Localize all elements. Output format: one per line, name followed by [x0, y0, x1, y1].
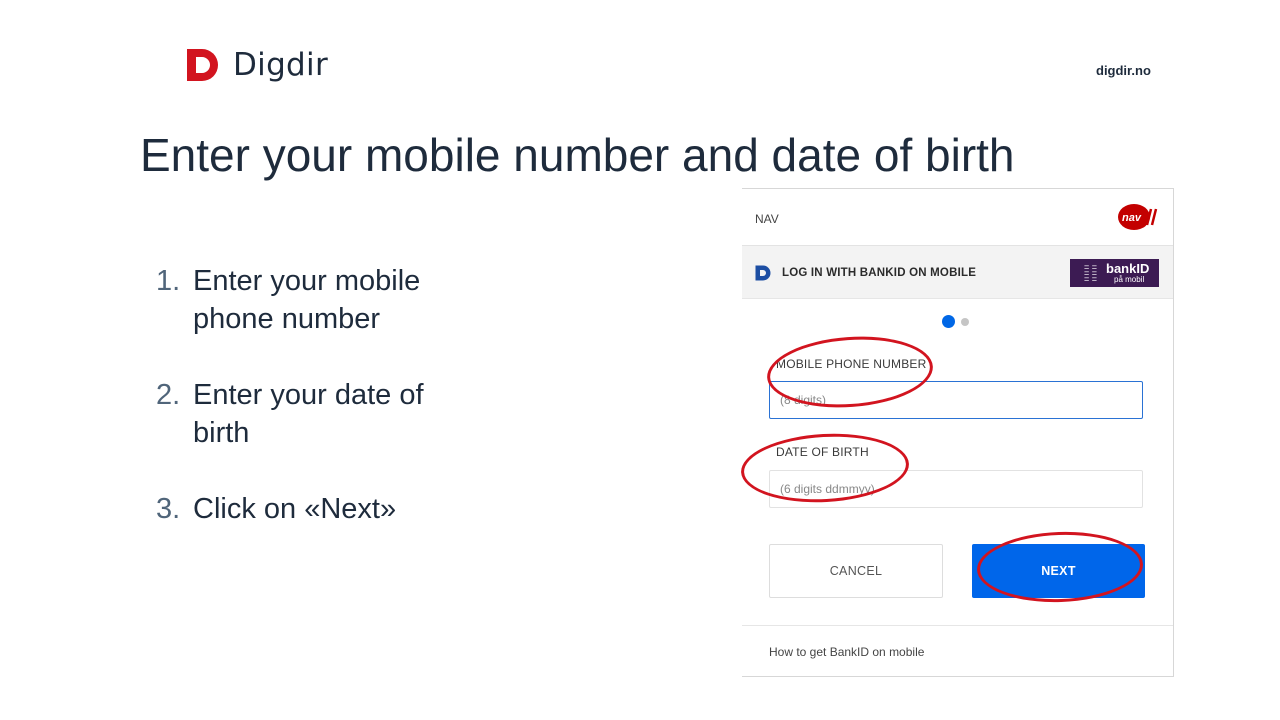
help-link[interactable]: How to get BankID on mobile	[769, 645, 924, 659]
step-number: 1.	[156, 265, 181, 297]
idporten-icon	[755, 265, 771, 281]
nav-logo-icon: nav	[1118, 204, 1158, 230]
step-number: 2.	[156, 379, 181, 411]
bankid-logo-icon: = = = = = =	[1084, 262, 1098, 284]
cancel-button[interactable]: CANCEL	[769, 544, 943, 598]
bankid-login-panel: NAV nav LOG IN WITH BANKID ON MOBILE = =…	[742, 188, 1174, 677]
site-link[interactable]: digdir.no	[1096, 63, 1151, 78]
digdir-logo-icon	[187, 49, 218, 81]
digdir-logo: Digdir	[185, 46, 328, 84]
step-text: Enter your mobile phone number	[193, 265, 421, 335]
next-button[interactable]: NEXT	[972, 544, 1145, 598]
bankid-logo: = = = = = = bankID på mobil	[1070, 259, 1159, 287]
page-title: Enter your mobile number and date of bir…	[140, 129, 1015, 181]
login-method-title: LOG IN WITH BANKID ON MOBILE	[782, 267, 977, 279]
bankid-logo-main: bankID	[1106, 261, 1150, 276]
step-item: 2. Enter your date of birth	[156, 376, 466, 452]
nav-logo-text: nav	[1122, 212, 1142, 224]
instruction-steps: 1. Enter your mobile phone number 2. Ent…	[156, 262, 466, 566]
login-method-bar: LOG IN WITH BANKID ON MOBILE = = = = = = b…	[742, 246, 1173, 299]
dob-label: DATE OF BIRTH	[776, 445, 869, 459]
step-text: Click on «Next»	[193, 493, 397, 525]
panel-footer: How to get BankID on mobile	[742, 625, 1173, 676]
panel-header: NAV nav	[742, 189, 1173, 246]
step-dot-active	[942, 315, 955, 329]
phone-label: MOBILE PHONE NUMBER	[776, 357, 927, 371]
provider-name: NAV	[755, 212, 779, 226]
step-indicator	[942, 313, 969, 331]
step-dot-inactive	[961, 317, 969, 326]
bankid-logo-sub: på mobil	[1114, 275, 1145, 284]
logo-text: Digdir	[233, 47, 328, 83]
step-text: Enter your date of birth	[193, 379, 424, 449]
dob-input[interactable]	[769, 470, 1143, 508]
step-item: 1. Enter your mobile phone number	[156, 262, 466, 338]
step-item: 3. Click on «Next»	[156, 490, 466, 528]
step-number: 3.	[156, 493, 181, 525]
phone-input[interactable]	[769, 381, 1143, 419]
